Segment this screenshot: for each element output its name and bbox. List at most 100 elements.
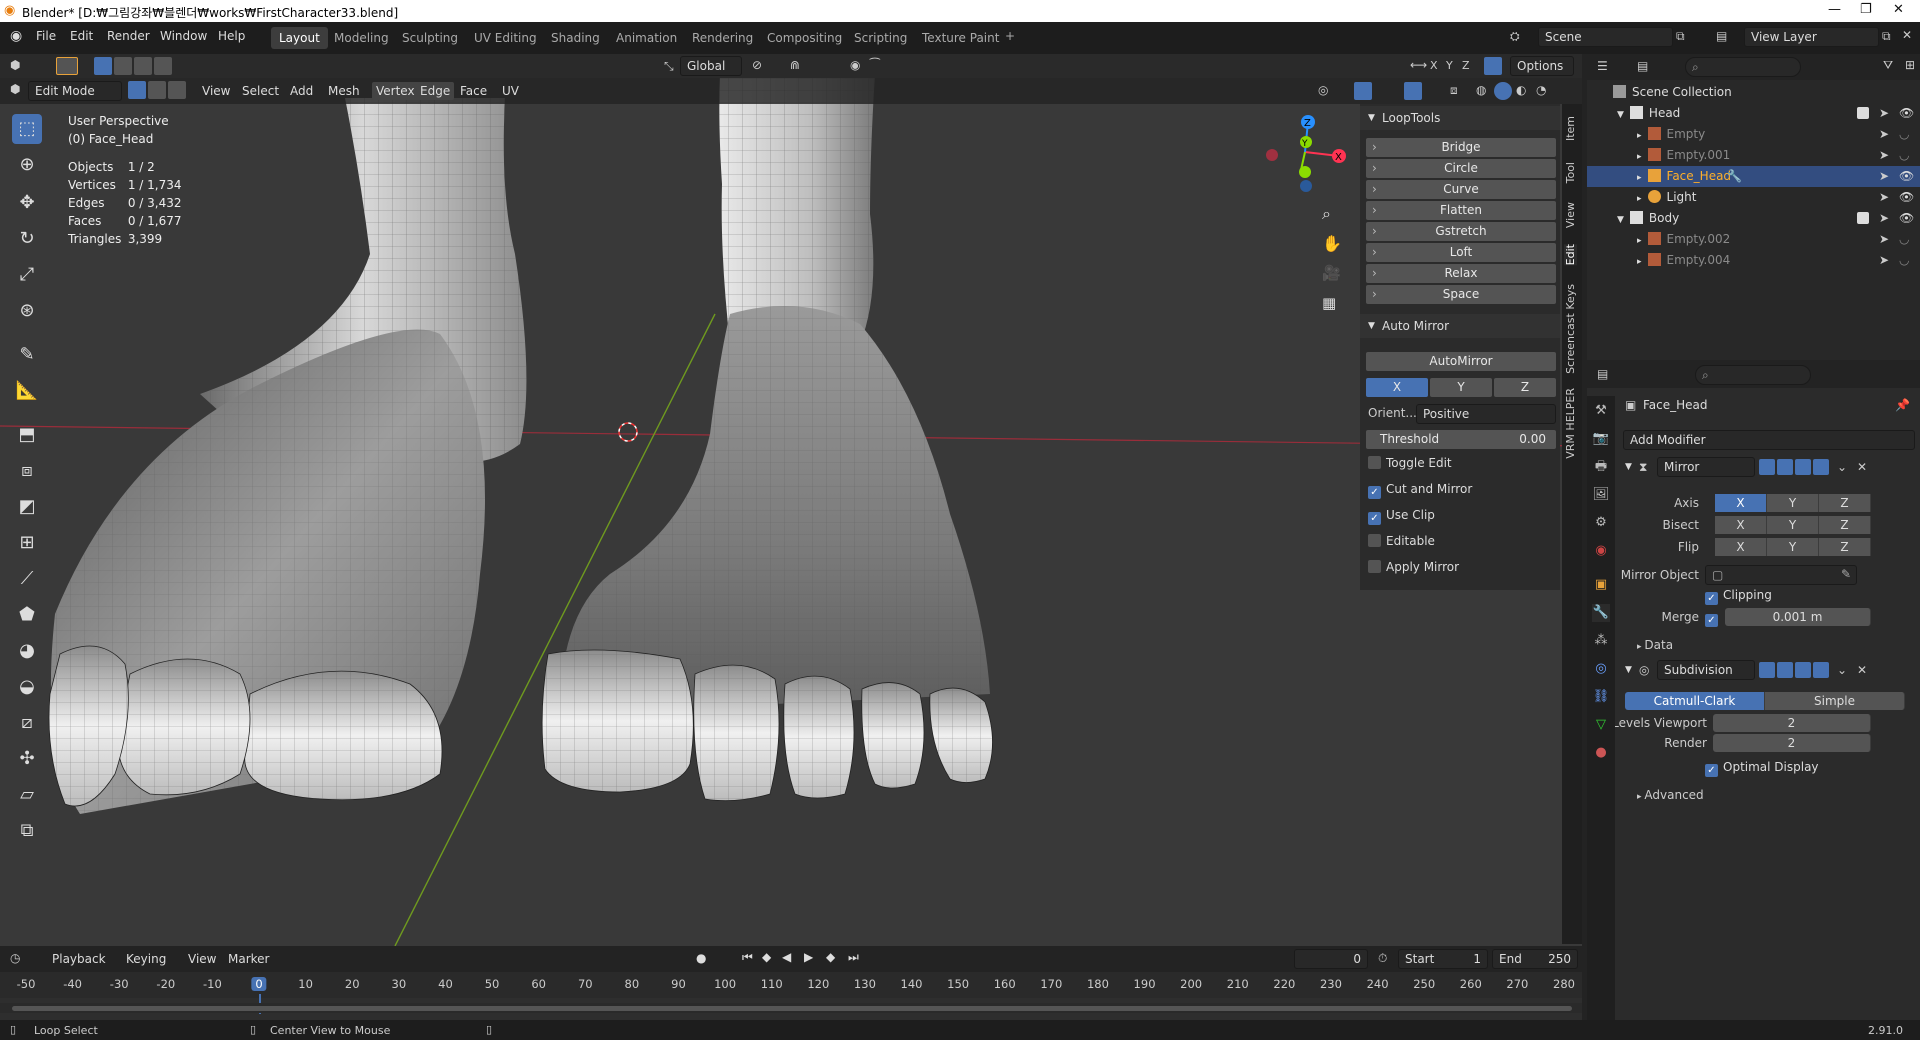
camera-view-icon[interactable]: 🎥	[1322, 264, 1341, 282]
move-tool-icon[interactable]: ✥	[12, 188, 42, 218]
outliner-item-head[interactable]: ▼ Head ➤ 👁	[1587, 103, 1920, 124]
looptools-bridge-button[interactable]: › Bridge	[1366, 138, 1556, 157]
menu-marker[interactable]: Marker	[228, 952, 269, 966]
restore-icon[interactable]: ❐	[1860, 2, 1872, 17]
outliner-editor-icon[interactable]: ☰	[1597, 59, 1608, 73]
menu-add[interactable]: Add	[290, 84, 313, 98]
start-frame-field[interactable]: Start 1	[1398, 949, 1488, 969]
cursor-tool-icon[interactable]: ⊕	[12, 150, 42, 180]
include-checkbox[interactable]	[1857, 107, 1869, 119]
tab-sculpting[interactable]: Sculpting	[394, 27, 466, 49]
material-shading-icon[interactable]: ◐	[1516, 83, 1526, 97]
pan-hand-icon[interactable]: ✋	[1322, 234, 1342, 253]
looptools-flatten-button[interactable]: › Flatten	[1366, 201, 1556, 220]
bisect-x[interactable]: X	[1715, 516, 1767, 534]
falloff-icon[interactable]: ⁀	[870, 58, 880, 72]
next-keyframe-icon[interactable]: ◆	[826, 950, 835, 964]
gizmo-neg-y-icon[interactable]	[1299, 166, 1311, 178]
on-cage-icon[interactable]	[1759, 459, 1775, 475]
solid-shading-icon[interactable]	[1494, 82, 1512, 100]
looptools-loft-button[interactable]: › Loft	[1366, 243, 1556, 262]
mirror-axis-x[interactable]: X	[1715, 494, 1767, 512]
tab-view[interactable]: View	[1564, 202, 1577, 228]
menu-playback[interactable]: Playback	[52, 952, 106, 966]
outliner-item-empty[interactable]: ▸ Empty ➤ ◡	[1587, 124, 1920, 145]
rotate-tool-icon[interactable]: ↻	[12, 224, 42, 254]
looptools-circle-button[interactable]: › Circle	[1366, 159, 1556, 178]
select-arrow-icon[interactable]: ➤	[1879, 187, 1889, 208]
select-arrow-icon[interactable]: ➤	[1879, 229, 1889, 250]
mirror-object-field[interactable]: ▢	[1705, 565, 1857, 585]
flip-z[interactable]: Z	[1819, 538, 1871, 556]
select-arrow-icon[interactable]: ➤	[1879, 166, 1889, 187]
menu-edit[interactable]: Edit	[70, 29, 93, 43]
transform-orientation-dropdown[interactable]: Global	[680, 56, 742, 76]
tab-rendering[interactable]: Rendering	[684, 27, 761, 49]
pivot-icon[interactable]: ⊘	[752, 58, 762, 72]
catmull-clark-button[interactable]: Catmull-Clark	[1625, 692, 1765, 710]
new-collection-icon[interactable]: ⊞	[1905, 58, 1915, 72]
levels-viewport-field[interactable]: 2	[1713, 714, 1871, 732]
mirror-axis-y[interactable]: Y	[1767, 494, 1819, 512]
tool-properties-icon[interactable]: ⚒	[1592, 402, 1610, 420]
spin-tool-icon[interactable]: ◕	[12, 636, 42, 666]
prev-keyframe-icon[interactable]: ◆	[762, 950, 771, 964]
filter-icon[interactable]: ⛛	[1883, 58, 1893, 73]
flip-x[interactable]: X	[1715, 538, 1767, 556]
collapse-icon[interactable]: ▼	[1625, 456, 1632, 478]
realtime-icon[interactable]	[1795, 662, 1811, 678]
smooth-tool-icon[interactable]: ◒	[12, 672, 42, 702]
menu-keying[interactable]: Keying	[126, 952, 166, 966]
extrude-tool-icon[interactable]: ⬒	[12, 420, 42, 450]
view-layer-icon[interactable]: ▤	[1716, 29, 1727, 43]
edit-mode-icon[interactable]	[1777, 662, 1793, 678]
menu-timeline-view[interactable]: View	[188, 952, 216, 966]
particles-properties-icon[interactable]: ⁂	[1592, 632, 1610, 650]
inset-tool-icon[interactable]: ⧈	[12, 456, 42, 486]
menu-file[interactable]: File	[36, 29, 56, 43]
scene-field[interactable]: Scene	[1538, 27, 1673, 47]
looptools-panel-header[interactable]: ▼ LoopTools	[1360, 106, 1560, 130]
gizmo-neg-z-icon[interactable]	[1300, 180, 1312, 192]
eye-closed-icon[interactable]: ◡	[1899, 145, 1909, 166]
menu-edge[interactable]: Edge	[416, 82, 455, 100]
tab-item[interactable]: Item	[1564, 116, 1577, 141]
new-scene-icon[interactable]: ⧉	[1676, 29, 1685, 44]
proportional-edit-icon[interactable]: ◉	[850, 58, 860, 72]
select-arrow-icon[interactable]: ➤	[1879, 208, 1889, 229]
render-properties-icon[interactable]: 📷	[1592, 430, 1610, 448]
scene-properties-icon[interactable]: ⚙	[1592, 514, 1610, 532]
current-frame-field[interactable]: 0	[1294, 949, 1368, 969]
include-checkbox[interactable]	[1857, 212, 1869, 224]
select-box-tool-icon[interactable]: ⬚	[12, 114, 42, 144]
close-icon[interactable]: ✕	[1893, 2, 1904, 17]
looptools-relax-button[interactable]: › Relax	[1366, 264, 1556, 283]
apply-mirror-checkbox[interactable]: Apply Mirror	[1368, 560, 1459, 574]
scale-tool-icon[interactable]: ⤢	[12, 260, 42, 290]
outliner-item-empty-001[interactable]: ▸ Empty.001 ➤ ◡	[1587, 145, 1920, 166]
realtime-icon[interactable]	[1795, 459, 1811, 475]
flip-y[interactable]: Y	[1767, 538, 1819, 556]
timeline-scroll-thumb[interactable]	[12, 1006, 1572, 1011]
merge-checkbox[interactable]: ✓	[1705, 610, 1723, 627]
editor-type-icon-top[interactable]: ⬢	[10, 58, 20, 72]
xray-icon[interactable]: ⧈	[1450, 83, 1458, 98]
pin-icon[interactable]: 📌	[1895, 398, 1910, 412]
constraints-properties-icon[interactable]: ⛓	[1592, 688, 1610, 706]
data-subpanel-toggle[interactable]: ▸ Data	[1637, 638, 1673, 652]
menu-uv[interactable]: UV	[502, 84, 519, 98]
automirror-panel-header[interactable]: ▼ Auto Mirror	[1360, 314, 1560, 338]
select-mode-new-icon[interactable]	[94, 57, 112, 75]
remove-modifier-icon[interactable]: ✕	[1857, 659, 1867, 681]
tab-layout[interactable]: Layout	[271, 27, 328, 49]
menu-select[interactable]: Select	[242, 84, 279, 98]
render-icon[interactable]	[1813, 459, 1829, 475]
tab-tool[interactable]: Tool	[1564, 162, 1577, 183]
select-mode-subtract-icon[interactable]	[134, 57, 152, 75]
automirror-axis-x[interactable]: X	[1366, 378, 1428, 397]
end-frame-field[interactable]: End 250	[1492, 949, 1578, 969]
gizmo-neg-x-icon[interactable]	[1266, 149, 1278, 161]
ortho-grid-icon[interactable]: ▦	[1322, 294, 1336, 312]
edge-select-icon[interactable]	[148, 81, 166, 99]
visibility-icon[interactable]: ◎	[1318, 83, 1328, 97]
